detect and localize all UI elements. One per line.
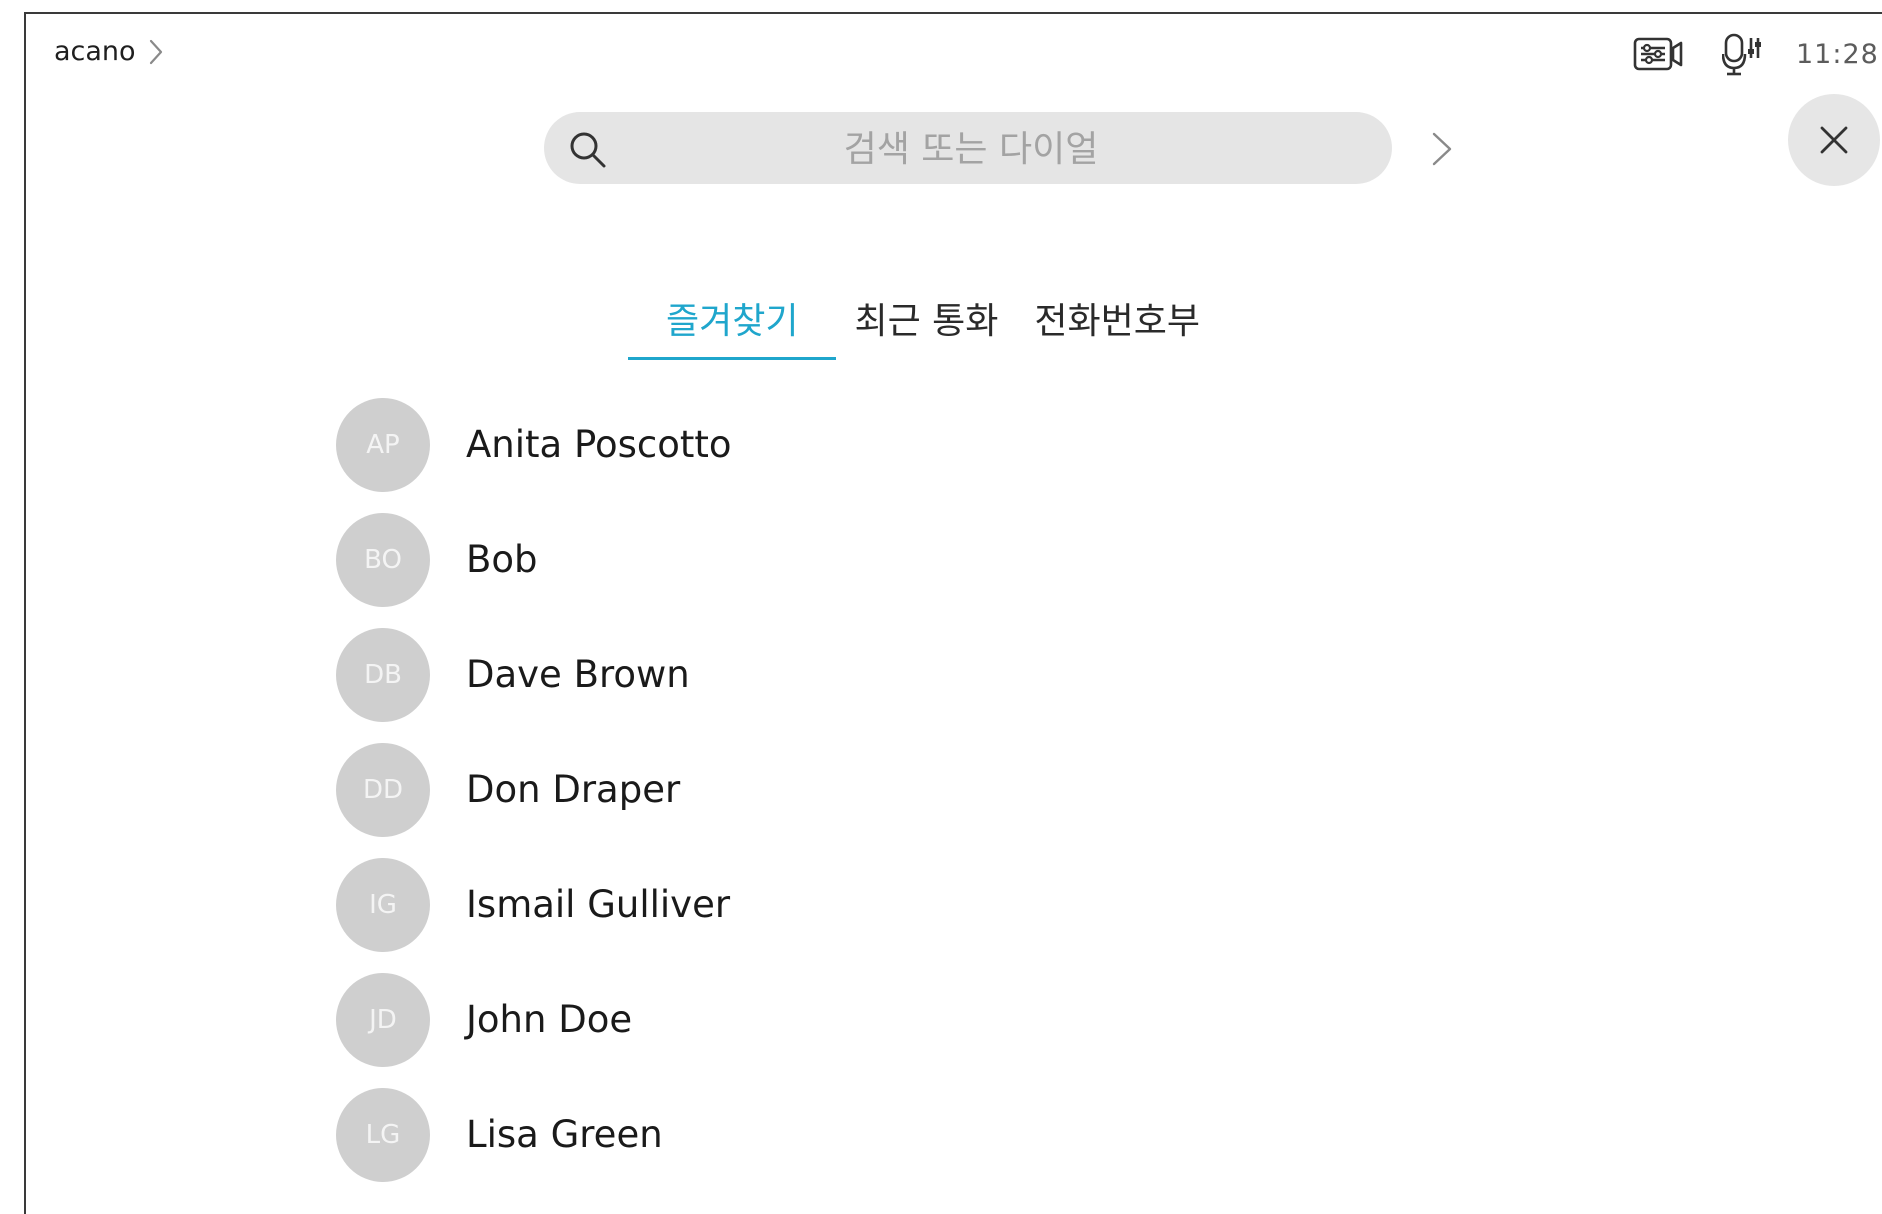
- contact-list-item[interactable]: DD Don Draper: [336, 743, 732, 858]
- contact-list-item[interactable]: DB Dave Brown: [336, 628, 732, 743]
- contact-name: Bob: [466, 538, 538, 581]
- contact-list-item[interactable]: BO Bob: [336, 513, 732, 628]
- tab-bar: 즐겨찾기 최근 통화 전화번호부: [628, 292, 1218, 362]
- contact-list-item[interactable]: IG Ismail Gulliver: [336, 858, 732, 973]
- microphone-settings-icon: [1722, 33, 1761, 76]
- contact-list-item[interactable]: LG Lisa Green: [336, 1088, 732, 1203]
- contact-name: Dave Brown: [466, 653, 690, 696]
- camera-settings-button[interactable]: [1628, 30, 1688, 78]
- tab-directory[interactable]: 전화번호부: [1016, 292, 1218, 360]
- breadcrumb-label: acano: [54, 36, 136, 67]
- avatar: IG: [336, 858, 430, 952]
- contact-list-item[interactable]: JD John Doe: [336, 973, 732, 1088]
- avatar: JD: [336, 973, 430, 1067]
- contact-list-item[interactable]: AP Anita Poscotto: [336, 398, 732, 513]
- avatar: AP: [336, 398, 430, 492]
- close-icon: [1820, 126, 1848, 154]
- avatar: DB: [336, 628, 430, 722]
- search-icon: [570, 132, 606, 168]
- avatar: LG: [336, 1088, 430, 1182]
- contact-name: Anita Poscotto: [466, 423, 732, 466]
- app-window: [24, 12, 1882, 1214]
- tab-recent-calls[interactable]: 최근 통화: [836, 292, 1016, 360]
- contact-list: AP Anita Poscotto BO Bob DB Dave Brown D…: [336, 398, 732, 1203]
- search-bar[interactable]: [544, 112, 1392, 186]
- breadcrumb[interactable]: acano: [54, 36, 168, 67]
- status-area: 11:28: [1628, 30, 1882, 78]
- close-button[interactable]: [1788, 94, 1880, 186]
- search-input[interactable]: [624, 112, 1318, 186]
- camera-settings-icon: [1633, 37, 1683, 71]
- contact-name: John Doe: [466, 998, 633, 1041]
- tab-favorites[interactable]: 즐겨찾기: [628, 292, 837, 360]
- contact-name: Ismail Gulliver: [466, 883, 731, 926]
- microphone-settings-button[interactable]: [1712, 30, 1772, 78]
- search-go-button[interactable]: [1422, 126, 1462, 172]
- contact-name: Lisa Green: [466, 1113, 663, 1156]
- contact-name: Don Draper: [466, 768, 681, 811]
- avatar: DD: [336, 743, 430, 837]
- avatar: BO: [336, 513, 430, 607]
- clock: 11:28: [1796, 38, 1879, 70]
- chevron-right-icon: [149, 39, 162, 64]
